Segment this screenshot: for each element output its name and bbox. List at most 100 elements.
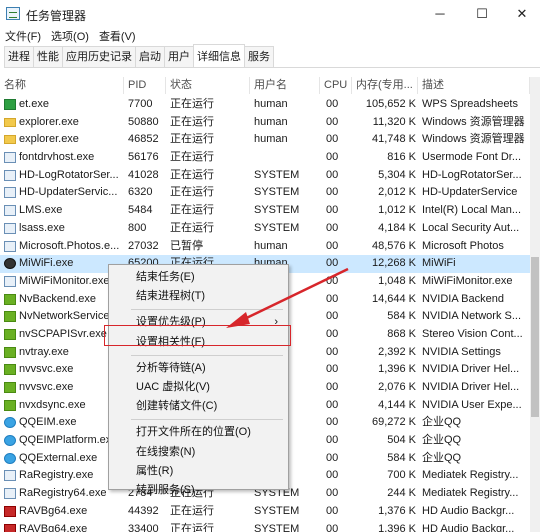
description-cell: 企业QQ — [422, 451, 462, 464]
column-header-memory[interactable]: 内存(专用... — [352, 77, 418, 94]
memory-cell: 244 K — [387, 487, 416, 500]
column-header-name[interactable]: 名称 — [0, 77, 124, 94]
table-row[interactable]: RAVBg64.exe 33400 正在运行 SYSTEM 00 1,396 K… — [0, 521, 530, 532]
user-cell: human — [254, 133, 288, 146]
cpu-cell: 00 — [326, 204, 339, 217]
process-name: lsass.exe — [19, 221, 65, 234]
description-cell: Stereo Vision Cont... — [422, 327, 523, 340]
column-header-user[interactable]: 用户名 — [250, 77, 320, 94]
pid-cell: 46852 — [128, 133, 159, 146]
memory-cell: 12,268 K — [371, 257, 416, 270]
context-menu-item[interactable]: 属性(R) — [109, 462, 288, 480]
tab-app-history[interactable]: 应用历史记录 — [62, 46, 136, 67]
tab-performance[interactable]: 性能 — [33, 46, 63, 67]
context-menu-item[interactable]: UAC 虚拟化(V) — [109, 378, 288, 396]
process-name: RAVBg64.exe — [19, 504, 88, 517]
cpu-cell: 00 — [326, 168, 339, 181]
context-menu-item[interactable]: 打开文件所在的位置(O) — [109, 423, 288, 441]
memory-cell: 584 K — [387, 310, 416, 323]
table-row[interactable]: explorer.exe 50880 正在运行 human 00 11,320 … — [0, 114, 530, 132]
close-button[interactable]: ✕ — [502, 0, 540, 28]
table-row[interactable]: et.exe 7700 正在运行 human 00 105,652 K WPS … — [0, 96, 530, 114]
process-icon — [4, 258, 16, 270]
tab-startup[interactable]: 启动 — [135, 46, 165, 67]
minimize-button[interactable]: ─ — [420, 0, 460, 28]
context-menu-item[interactable]: 结束进程树(T) — [109, 287, 288, 305]
cpu-cell: 00 — [326, 98, 339, 110]
tab-users[interactable]: 用户 — [164, 46, 194, 67]
cpu-cell: 00 — [326, 469, 339, 482]
description-cell: HD-LogRotatorSer... — [422, 168, 522, 181]
maximize-button[interactable]: ☐ — [462, 0, 502, 28]
context-menu-item-label: 打开文件所在的位置(O) — [136, 426, 251, 439]
process-name: nvxdsync.exe — [19, 398, 86, 411]
process-name-cell: nvvsvc.exe — [4, 379, 122, 396]
process-name-cell: lsass.exe — [4, 220, 122, 237]
vertical-scrollbar[interactable] — [530, 77, 540, 532]
context-menu-item[interactable]: 转到服务(S) — [109, 481, 288, 499]
column-header-cpu[interactable]: CPU — [320, 77, 352, 94]
table-row[interactable]: lsass.exe 800 正在运行 SYSTEM 00 4,184 K Loc… — [0, 220, 530, 238]
description-cell: Mediatek Registry... — [422, 487, 519, 500]
process-icon — [4, 169, 16, 181]
status-cell: 正在运行 — [170, 168, 214, 181]
cpu-cell: 00 — [326, 345, 339, 358]
process-name: HD-LogRotatorSer... — [19, 168, 119, 181]
table-row[interactable]: HD-LogRotatorSer... 41028 正在运行 SYSTEM 00… — [0, 167, 530, 185]
context-menu-item-label: 在线搜索(N) — [136, 445, 196, 458]
status-cell: 正在运行 — [170, 115, 214, 128]
process-icon — [4, 364, 16, 376]
memory-cell: 1,376 K — [378, 504, 416, 517]
memory-cell: 105,652 K — [365, 98, 416, 110]
description-cell: Mediatek Registry... — [422, 469, 519, 482]
pid-cell: 800 — [128, 221, 147, 234]
tab-details[interactable]: 详细信息 — [193, 44, 245, 67]
context-menu-item-label: 分析等待链(A) — [136, 361, 206, 374]
user-cell: SYSTEM — [254, 504, 300, 517]
context-menu-item[interactable]: 结束任务(E) — [109, 268, 288, 286]
window-title: 任务管理器 — [26, 9, 87, 23]
description-cell: Windows 资源管理器 — [422, 133, 525, 146]
status-cell: 正在运行 — [170, 221, 214, 234]
table-row[interactable]: explorer.exe 46852 正在运行 human 00 41,748 … — [0, 131, 530, 149]
memory-cell: 816 K — [387, 151, 416, 164]
scrollbar-thumb[interactable] — [531, 257, 539, 417]
column-header-pid[interactable]: PID — [124, 77, 166, 94]
memory-cell: 2,076 K — [378, 381, 416, 393]
process-icon — [4, 152, 16, 164]
process-name: nvvsvc.exe — [19, 381, 74, 393]
process-icon — [4, 435, 16, 447]
context-menu-item[interactable]: 在线搜索(N) — [109, 443, 288, 461]
process-name: RaRegistry64.exe — [19, 487, 107, 500]
menu-options[interactable]: 选项(O) — [46, 28, 94, 46]
description-cell: Windows 资源管理器 — [422, 115, 525, 128]
table-row[interactable]: LMS.exe 5484 正在运行 SYSTEM 00 1,012 K Inte… — [0, 202, 530, 220]
context-menu-item[interactable]: 分析等待链(A) — [109, 359, 288, 377]
description-cell: NVIDIA Driver Hel... — [422, 363, 520, 376]
process-name-cell: RAVBg64.exe — [4, 521, 122, 532]
process-name-cell: explorer.exe — [4, 131, 122, 148]
table-row[interactable]: Microsoft.Photos.e... 27032 已暂停 human 00… — [0, 238, 530, 256]
menu-file[interactable]: 文件(F) — [0, 28, 46, 46]
tab-services[interactable]: 服务 — [244, 46, 274, 67]
process-name-cell: NvNetworkService — [4, 308, 122, 325]
column-header-description[interactable]: 描述 — [418, 77, 530, 94]
cpu-cell: 00 — [326, 292, 339, 305]
column-header-status[interactable]: 状态 — [166, 77, 250, 94]
context-menu-item-label: 结束进程树(T) — [136, 290, 206, 303]
memory-cell: 868 K — [387, 327, 416, 340]
cpu-cell: 00 — [326, 257, 339, 270]
table-row[interactable]: fontdrvhost.exe 56176 正在运行 00 816 K User… — [0, 149, 530, 167]
table-row[interactable]: RAVBg64.exe 44392 正在运行 SYSTEM 00 1,376 K… — [0, 503, 530, 521]
cpu-cell: 00 — [326, 133, 339, 146]
process-name: RaRegistry.exe — [19, 469, 94, 482]
context-menu-item-label: 转到服务(S) — [136, 484, 195, 496]
context-menu-item[interactable]: 创建转储文件(C) — [109, 397, 288, 415]
process-icon — [4, 135, 16, 145]
process-name-cell: fontdrvhost.exe — [4, 149, 122, 166]
menu-view[interactable]: 查看(V) — [94, 28, 141, 46]
tab-processes[interactable]: 进程 — [4, 46, 34, 67]
cpu-cell: 00 — [326, 115, 339, 128]
table-row[interactable]: HD-UpdaterServic... 6320 正在运行 SYSTEM 00 … — [0, 184, 530, 202]
description-cell: NVIDIA Network S... — [422, 310, 522, 323]
